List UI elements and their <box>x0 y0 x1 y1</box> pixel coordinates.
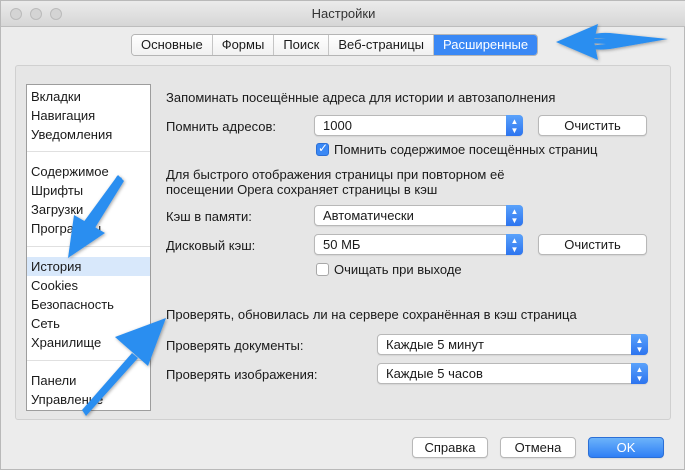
sidebar-item-navigation[interactable]: Навигация <box>27 106 150 125</box>
title-bar: Настройки <box>1 1 685 27</box>
sidebar-item-security[interactable]: Безопасность <box>27 295 150 314</box>
sidebar-separator <box>27 246 150 247</box>
sidebar-item-cookies[interactable]: Cookies <box>27 276 150 295</box>
help-button[interactable]: Справка <box>412 437 488 458</box>
sidebar-separator <box>27 360 150 361</box>
sidebar-item-history[interactable]: История <box>27 257 150 276</box>
memory-cache-select[interactable]: Автоматически ▲ ▼ <box>314 205 523 226</box>
sidebar-item-downloads[interactable]: Загрузки <box>27 200 150 219</box>
sidebar-item-storage[interactable]: Хранилище <box>27 333 150 352</box>
check-documents-label: Проверять документы: <box>166 338 304 353</box>
check-heading: Проверять, обновилась ли на сервере сохр… <box>166 307 577 322</box>
disk-cache-value: 50 МБ <box>323 237 361 252</box>
disk-cache-label: Дисковый кэш: <box>166 238 256 253</box>
chevron-updown-icon: ▲ ▼ <box>506 205 523 226</box>
cancel-button[interactable]: Отмена <box>500 437 576 458</box>
chevron-updown-icon: ▲ ▼ <box>631 334 648 355</box>
sidebar-item-fonts[interactable]: Шрифты <box>27 181 150 200</box>
tab-webpages[interactable]: Веб-страницы <box>329 35 435 55</box>
ok-button[interactable]: OK <box>588 437 664 458</box>
clear-disk-cache-button[interactable]: Очистить <box>538 234 647 255</box>
remember-addresses-label: Помнить адресов: <box>166 119 276 134</box>
remember-content-label: Помнить содержимое посещённых страниц <box>334 142 598 157</box>
sidebar-separator <box>27 151 150 152</box>
remember-heading: Запоминать посещённые адреса для истории… <box>166 90 556 105</box>
check-images-select[interactable]: Каждые 5 часов ▲ ▼ <box>377 363 648 384</box>
memory-cache-value: Автоматически <box>323 208 414 223</box>
tab-basic[interactable]: Основные <box>132 35 213 55</box>
tab-bar: Основные Формы Поиск Веб-страницы Расшир… <box>131 34 539 56</box>
remember-addresses-select[interactable]: 1000 ▲ ▼ <box>314 115 523 136</box>
clear-on-exit-checkbox[interactable] <box>316 263 329 276</box>
remember-content-checkbox[interactable] <box>316 141 329 156</box>
tab-search[interactable]: Поиск <box>274 35 330 55</box>
disk-cache-select[interactable]: 50 МБ ▲ ▼ <box>314 234 523 255</box>
tab-advanced[interactable]: Расширенные <box>434 35 538 55</box>
tab-forms[interactable]: Формы <box>212 35 275 55</box>
sidebar-item-tabs[interactable]: Вкладки <box>27 87 150 106</box>
sidebar-item-panels[interactable]: Панели <box>27 371 150 390</box>
sidebar-item-notifications[interactable]: Уведомления <box>27 125 150 144</box>
cache-heading-line2: посещении Opera сохраняет страницы в кэш <box>166 182 438 197</box>
chevron-updown-icon: ▲ ▼ <box>506 234 523 255</box>
window-title: Настройки <box>311 6 376 21</box>
check-images-value: Каждые 5 часов <box>386 366 483 381</box>
cache-heading-line1: Для быстрого отображения страницы при по… <box>166 167 505 182</box>
sidebar-item-programs[interactable]: Программы <box>27 219 150 238</box>
sidebar-item-network[interactable]: Сеть <box>27 314 150 333</box>
sidebar-item-management[interactable]: Управление <box>27 390 150 409</box>
chevron-updown-icon: ▲ ▼ <box>506 115 523 136</box>
preferences-window: Настройки Основные Формы Поиск Веб-стран… <box>0 0 685 470</box>
remember-addresses-value: 1000 <box>323 118 352 133</box>
check-documents-value: Каждые 5 минут <box>386 337 484 352</box>
clear-history-button[interactable]: Очистить <box>538 115 647 136</box>
chevron-updown-icon: ▲ ▼ <box>631 363 648 384</box>
category-sidebar: Вкладки Навигация Уведомления Содержимое… <box>26 84 151 411</box>
sidebar-item-content[interactable]: Содержимое <box>27 162 150 181</box>
memory-cache-label: Кэш в памяти: <box>166 209 252 224</box>
clear-on-exit-label: Очищать при выходе <box>334 262 462 277</box>
check-images-label: Проверять изображения: <box>166 367 318 382</box>
check-documents-select[interactable]: Каждые 5 минут ▲ ▼ <box>377 334 648 355</box>
